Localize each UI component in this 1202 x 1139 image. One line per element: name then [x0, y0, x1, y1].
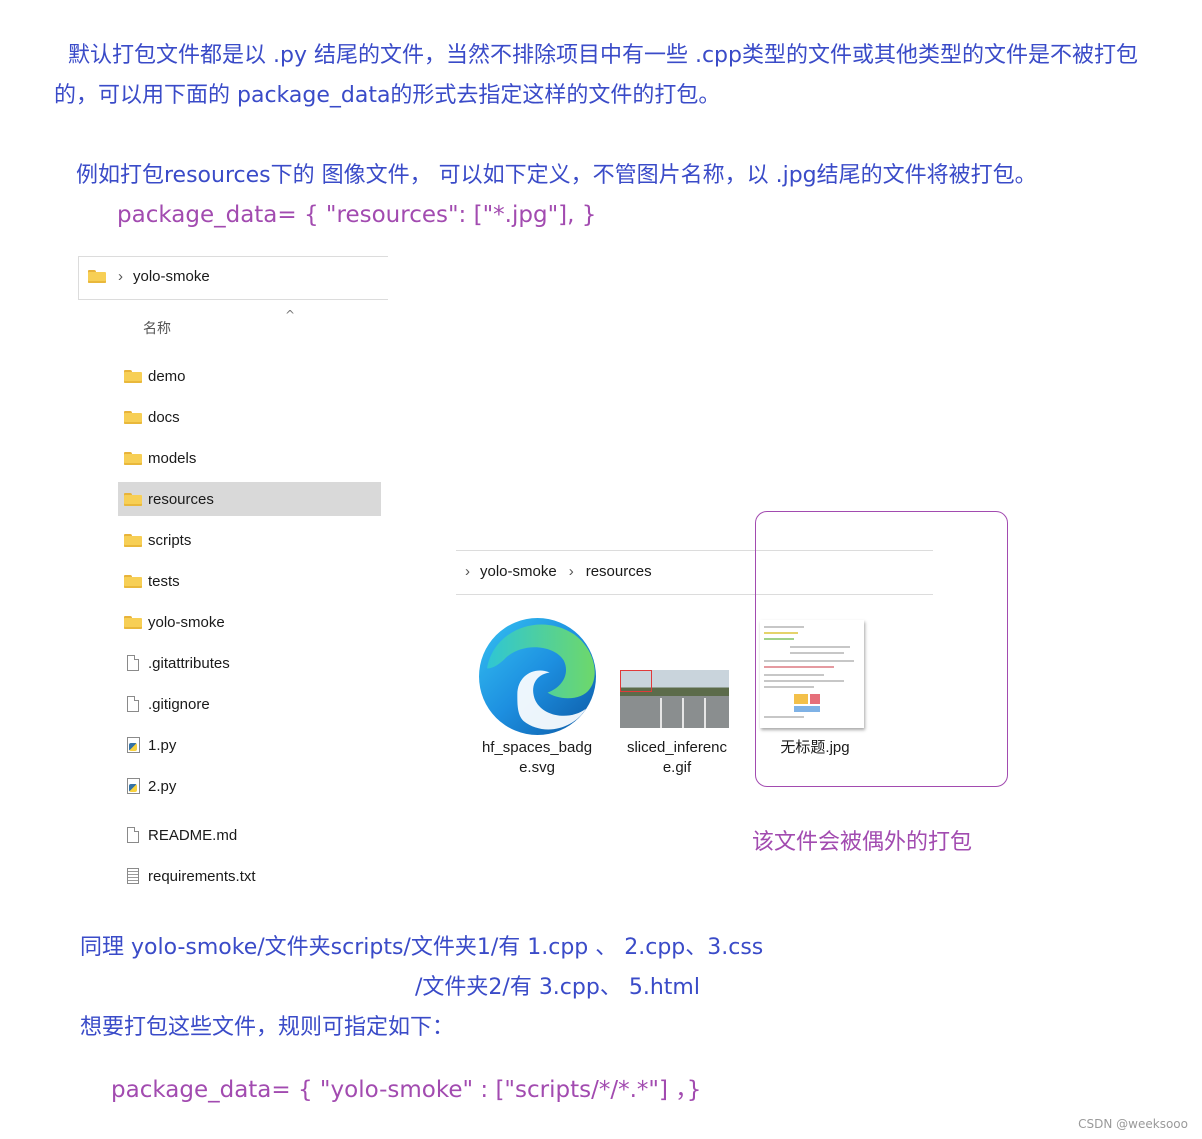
python-file-icon [124, 737, 142, 753]
file-row[interactable]: requirements.txt [118, 859, 381, 893]
example1-code: package_data= { "resources": ["*.jpg"], … [117, 202, 597, 228]
file-name: 2.py [148, 777, 177, 795]
file-name: yolo-smoke [148, 613, 225, 631]
text-file-icon [124, 868, 142, 884]
file-name: 1.py [148, 736, 177, 754]
folder-icon [124, 614, 142, 630]
intro-line-2: 的，可以用下面的 package_data的形式去指定这样的文件的打包。 [54, 83, 721, 108]
detection-box [620, 670, 652, 692]
file-row[interactable]: .gitattributes [118, 646, 381, 680]
sort-ascending-icon[interactable]: ^ [285, 308, 295, 322]
example2-code: package_data= { "yolo-smoke" : ["scripts… [111, 1077, 702, 1103]
folder-icon [124, 368, 142, 384]
file-label-gif[interactable]: sliced_inferenc e.gif [612, 738, 742, 778]
folder-icon [124, 491, 142, 507]
chevron-right-icon: › [568, 563, 574, 580]
right-breadcrumb-root[interactable]: yolo-smoke [480, 563, 557, 580]
left-breadcrumb-label: yolo-smoke [133, 268, 210, 285]
file-name: scripts [148, 531, 192, 549]
folder-icon [124, 450, 142, 466]
road-thumbnail[interactable] [620, 670, 729, 728]
file-name: resources [148, 490, 214, 508]
column-header-name[interactable]: 名称 [143, 318, 171, 338]
folder-icon [124, 532, 142, 548]
folder-icon [124, 573, 142, 589]
file-name: models [148, 449, 197, 467]
file-row[interactable]: demo [118, 359, 381, 393]
file-icon [124, 827, 142, 843]
example2-line-1: 同理 yolo-smoke/文件夹scripts/文件夹1/有 1.cpp 、 … [80, 935, 764, 960]
file-row[interactable]: README.md [118, 818, 381, 852]
highlight-frame [755, 511, 1008, 787]
file-row[interactable]: scripts [118, 523, 381, 557]
example2-line-3: 想要打包这些文件，规则可指定如下： [80, 1015, 455, 1040]
file-row[interactable]: tests [118, 564, 381, 598]
file-label-svg[interactable]: hf_spaces_badg e.svg [472, 738, 602, 778]
file-row[interactable]: models [118, 441, 381, 475]
annotation-text: 该文件会被偶外的打包 [752, 830, 973, 855]
file-name: .gitattributes [148, 654, 230, 672]
file-row[interactable]: 1.py [118, 728, 381, 762]
right-breadcrumb[interactable]: › yolo-smoke › resources [465, 563, 652, 580]
intro-line-1: 默认打包文件都是以 .py 结尾的文件，当然不排除项目中有一些 .cpp类型的文… [68, 43, 1138, 68]
file-icon [124, 655, 142, 671]
left-breadcrumb[interactable]: › yolo-smoke [88, 268, 210, 285]
example2-line-2: /文件夹2/有 3.cpp、 5.html [415, 975, 700, 1000]
file-row[interactable]: 2.py [118, 769, 381, 803]
folder-icon [88, 270, 106, 283]
folder-icon [124, 409, 142, 425]
example1-text: 例如打包resources下的 图像文件， 可以如下定义，不管图片名称，以 .j… [76, 163, 1037, 188]
edge-logo-icon[interactable] [477, 616, 598, 737]
file-name: tests [148, 572, 180, 590]
file-name: .gitignore [148, 695, 210, 713]
file-name: demo [148, 367, 186, 385]
file-name: README.md [148, 826, 238, 844]
right-breadcrumb-child[interactable]: resources [586, 563, 652, 580]
file-name: docs [148, 408, 180, 426]
file-row[interactable]: yolo-smoke [118, 605, 381, 639]
file-row[interactable]: docs [118, 400, 381, 434]
file-name: requirements.txt [148, 867, 256, 885]
watermark: CSDN @weeksooo [1078, 1117, 1188, 1131]
file-row[interactable]: .gitignore [118, 687, 381, 721]
file-label-line: sliced_inferenc [626, 739, 728, 756]
file-icon [124, 696, 142, 712]
python-file-icon [124, 778, 142, 794]
file-label-line: e.gif [662, 759, 692, 776]
chevron-right-icon: › [465, 563, 470, 580]
file-label-line: e.svg [519, 759, 555, 776]
file-row[interactable]: resources [118, 482, 381, 516]
chevron-right-icon: › [118, 268, 123, 285]
file-label-line: hf_spaces_badg [481, 739, 593, 756]
